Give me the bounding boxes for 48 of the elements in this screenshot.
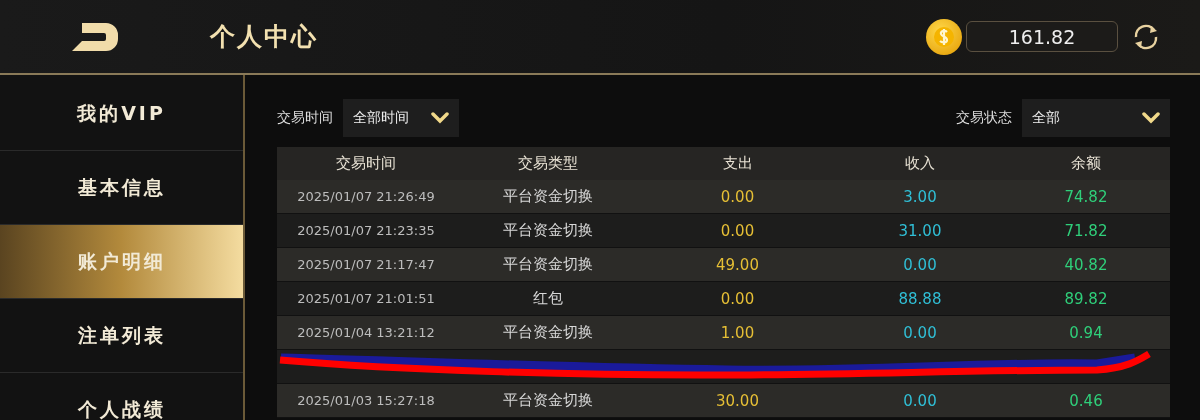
table-cell-text: 88.88: [897, 288, 943, 310]
table-cell-text: 2025/01/03 15:27:18: [296, 392, 436, 410]
table-cell-text: 0.94: [1068, 322, 1104, 344]
table-cell-text: 30.00: [715, 390, 760, 412]
table-cell-text: 2025/01/07 21:26:49: [296, 188, 436, 206]
filter-select[interactable]: 全部时间: [343, 99, 459, 137]
table-cell-text: 71.82: [1063, 220, 1109, 242]
table-cell-text: 49.00: [715, 254, 760, 276]
table-cell-text: 0.00: [902, 390, 938, 412]
table-cell-text: 2025/01/07 21:01:51: [296, 290, 436, 308]
table-cell-text: 2025/01/07 21:17:47: [296, 256, 436, 274]
balance-field: 161.82: [966, 21, 1118, 52]
table-cell-text: 3.00: [902, 186, 938, 208]
table-cell-text: 平台资金切换: [501, 322, 594, 343]
chevron-down-icon: [431, 112, 449, 124]
table-cell-text: 40.82: [1063, 254, 1109, 276]
page-title: 个人中心: [210, 21, 318, 53]
table-cell-text: 2025/01/07 21:23:35: [296, 222, 436, 240]
table-cell-text: 0.00: [719, 220, 756, 242]
table-cell-text: 0.00: [902, 254, 938, 276]
table-cell-text: 1.00: [719, 322, 756, 344]
back-logo-icon[interactable]: [70, 20, 120, 53]
column-header: 交易时间: [335, 153, 397, 174]
table-cell-text: 平台资金切换: [501, 390, 594, 411]
table-cell-text: 0.00: [719, 186, 756, 208]
coin-icon: [926, 18, 962, 55]
table-cell-text: 0.00: [902, 322, 938, 344]
column-header: 交易类型: [516, 153, 579, 174]
column-header: 支出: [721, 153, 754, 174]
filter-label: 交易时间: [277, 109, 333, 127]
chevron-down-icon: [1142, 112, 1160, 124]
column-header: 收入: [904, 153, 936, 174]
table-cell-text: 31.00: [897, 220, 943, 242]
table-cell-text: 0.00: [719, 288, 756, 310]
table-cell-text: 0.46: [1068, 390, 1104, 412]
column-header: 余额: [1070, 153, 1102, 174]
filter-select[interactable]: 全部: [1022, 99, 1170, 137]
table-cell-text: 红包: [531, 288, 564, 309]
table-cell-text: 74.82: [1063, 186, 1109, 208]
sidebar-item[interactable]: 注单列表: [0, 299, 243, 373]
filter-label: 交易状态: [956, 109, 1012, 127]
table-cell-text: 2025/01/04 13:21:12: [296, 324, 436, 342]
sidebar-item[interactable]: 我的VIP: [0, 77, 243, 151]
table-cell-text: 平台资金切换: [501, 254, 594, 275]
table-cell-text: 平台资金切换: [501, 186, 594, 207]
table-cell-text: 89.82: [1063, 288, 1109, 310]
table-cell-text: 平台资金切换: [501, 220, 594, 241]
sidebar-item[interactable]: 个人战绩: [0, 373, 243, 420]
